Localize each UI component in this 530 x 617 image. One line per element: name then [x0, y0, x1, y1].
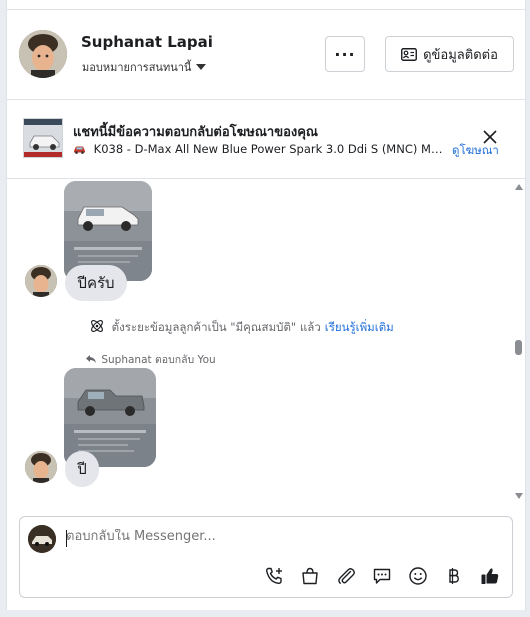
view-contact-button[interactable]: ดูข้อมูลติดต่อ [385, 36, 514, 72]
attach-icon[interactable] [335, 565, 357, 587]
message-composer[interactable] [19, 516, 513, 598]
shopping-bag-icon[interactable] [299, 565, 321, 587]
text-cursor [66, 530, 67, 547]
assign-label: มอบหมายการสนทนานี้ [82, 61, 192, 74]
like-icon[interactable] [479, 565, 501, 587]
header-divider [7, 99, 525, 100]
reply-input[interactable] [66, 529, 486, 544]
message-bubble[interactable]: ปีครับ [65, 265, 127, 301]
system-notice-text: ตั้งระยะข้อมูลลูกค้าเป็น "มีคุณสมบัติ" แ… [111, 320, 321, 334]
ad-description: K038 - D-Max All New Blue Power Spark 3.… [73, 142, 449, 156]
more-icon: ··· [334, 44, 356, 64]
contact-avatar[interactable] [19, 30, 67, 78]
qualified-icon [89, 320, 112, 334]
conversation-panel: Suphanat Lapai มอบหมายการสนทนานี้ ··· ดู… [6, 0, 526, 610]
scrollbar-thumb[interactable] [515, 340, 522, 355]
ad-thumbnail [23, 118, 63, 158]
message-thread[interactable]: ปีครับ ตั้งระยะข้อมูลลูกค้าเป็น "มีคุณสม… [7, 179, 525, 505]
reply-indicator: Suphanat ตอบกลับ You [85, 351, 216, 368]
contact-avatar-small [25, 265, 57, 297]
baht-icon[interactable] [443, 565, 465, 587]
reply-icon [85, 354, 101, 366]
call-add-icon[interactable] [263, 565, 285, 587]
ad-description-text: K038 - D-Max All New Blue Power Spark 3.… [93, 142, 449, 156]
contact-card-icon [401, 47, 418, 61]
ad-banner-title: แชทนี้มีข้อความตอบกลับต่อโฆษณาของคุณ [73, 125, 318, 140]
chat-scrollbar[interactable] [512, 179, 525, 505]
more-options-button[interactable]: ··· [325, 36, 365, 72]
system-notice: ตั้งระยะข้อมูลลูกค้าเป็น "มีคุณสมบัติ" แ… [89, 318, 394, 337]
top-divider [7, 9, 525, 10]
reply-indicator-text: Suphanat ตอบกลับ You [101, 354, 216, 366]
car-icon [73, 142, 94, 156]
learn-more-link[interactable]: เรียนรู้เพิ่มเติม [325, 320, 394, 334]
view-contact-label: ดูข้อมูลติดต่อ [423, 47, 498, 63]
saved-reply-icon[interactable] [371, 565, 393, 587]
scroll-down-icon[interactable] [515, 493, 523, 499]
chevron-down-icon [196, 64, 207, 70]
assign-conversation-dropdown[interactable]: มอบหมายการสนทนานี้ [82, 58, 207, 76]
scroll-up-icon[interactable] [515, 184, 523, 190]
page-avatar [28, 525, 56, 553]
message-bubble[interactable]: ปี [65, 451, 99, 487]
emoji-icon[interactable] [407, 565, 429, 587]
contact-avatar-small [25, 451, 57, 483]
contact-name[interactable]: Suphanat Lapai [81, 33, 213, 51]
close-icon[interactable] [481, 128, 499, 146]
